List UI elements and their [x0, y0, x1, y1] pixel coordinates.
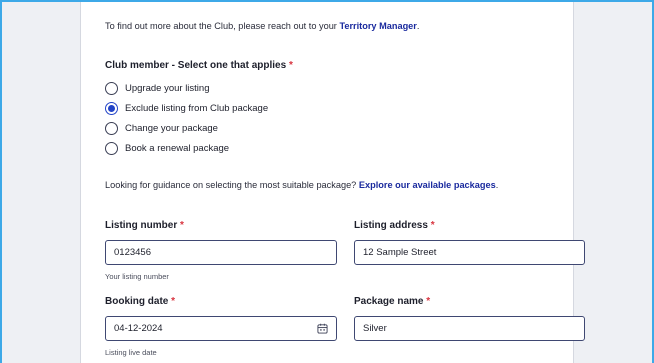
listing-number-input[interactable]: 0123456 — [105, 240, 337, 265]
booking-date-input[interactable]: 04-12-2024 — [105, 316, 337, 341]
calendar-icon[interactable] — [317, 323, 328, 334]
guidance-suffix: . — [495, 180, 499, 190]
listing-number-label-text: Listing number — [105, 220, 178, 231]
listing-number-value: 0123456 — [114, 247, 151, 258]
listing-address-input[interactable]: 12 Sample Street — [354, 240, 585, 265]
package-name-input[interactable]: Silver — [354, 316, 585, 341]
radio-button[interactable] — [105, 142, 118, 155]
radio-option-change-package[interactable]: Change your package — [105, 122, 218, 135]
required-asterisk: * — [426, 296, 431, 307]
intro-text-body: To find out more about the Club, please … — [105, 21, 340, 31]
booking-date-label: Booking date * — [105, 296, 175, 307]
package-name-value: Silver — [363, 323, 387, 334]
booking-date-label-text: Booking date — [105, 296, 169, 307]
territory-manager-link[interactable]: Territory Manager — [339, 21, 416, 31]
club-member-question-label: Club member - Select one that applies * — [105, 60, 293, 71]
required-asterisk: * — [180, 220, 184, 231]
intro-text: To find out more about the Club, please … — [105, 21, 419, 31]
club-member-question-text: Club member - Select one that applies — [105, 60, 287, 71]
booking-date-value: 04-12-2024 — [114, 323, 163, 334]
listing-address-value: 12 Sample Street — [363, 247, 437, 258]
radio-option-label: Exclude listing from Club package — [125, 103, 269, 114]
guidance-text: Looking for guidance on selecting the mo… — [105, 180, 498, 190]
right-margin — [574, 2, 652, 363]
listing-number-label: Listing number * — [105, 220, 184, 231]
package-name-label-text: Package name — [354, 296, 424, 307]
explore-packages-link[interactable]: Explore our available packages — [359, 180, 496, 190]
radio-option-label: Change your package — [125, 123, 218, 134]
listing-address-label: Listing address * — [354, 220, 435, 231]
radio-option-renewal[interactable]: Book a renewal package — [105, 142, 229, 155]
radio-option-label: Book a renewal package — [125, 143, 230, 154]
radio-button[interactable] — [105, 122, 118, 135]
radio-option-upgrade[interactable]: Upgrade your listing — [105, 82, 210, 95]
required-asterisk: * — [430, 220, 435, 231]
listing-number-hint: Your listing number — [105, 272, 169, 281]
intro-suffix: . — [416, 21, 420, 31]
guidance-text-body: Looking for guidance on selecting the mo… — [105, 180, 359, 190]
right-divider — [573, 2, 574, 363]
package-name-label: Package name * — [354, 296, 430, 307]
radio-option-label: Upgrade your listing — [125, 83, 210, 94]
left-margin — [2, 2, 80, 363]
booking-date-hint: Listing live date — [105, 348, 157, 357]
radio-button-selected[interactable] — [105, 102, 118, 115]
radio-option-exclude[interactable]: Exclude listing from Club package — [105, 102, 268, 115]
required-asterisk: * — [171, 296, 176, 307]
form-panel: To find out more about the Club, please … — [81, 2, 585, 363]
radio-button[interactable] — [105, 82, 118, 95]
required-asterisk: * — [288, 60, 293, 71]
listing-address-label-text: Listing address — [354, 220, 428, 231]
